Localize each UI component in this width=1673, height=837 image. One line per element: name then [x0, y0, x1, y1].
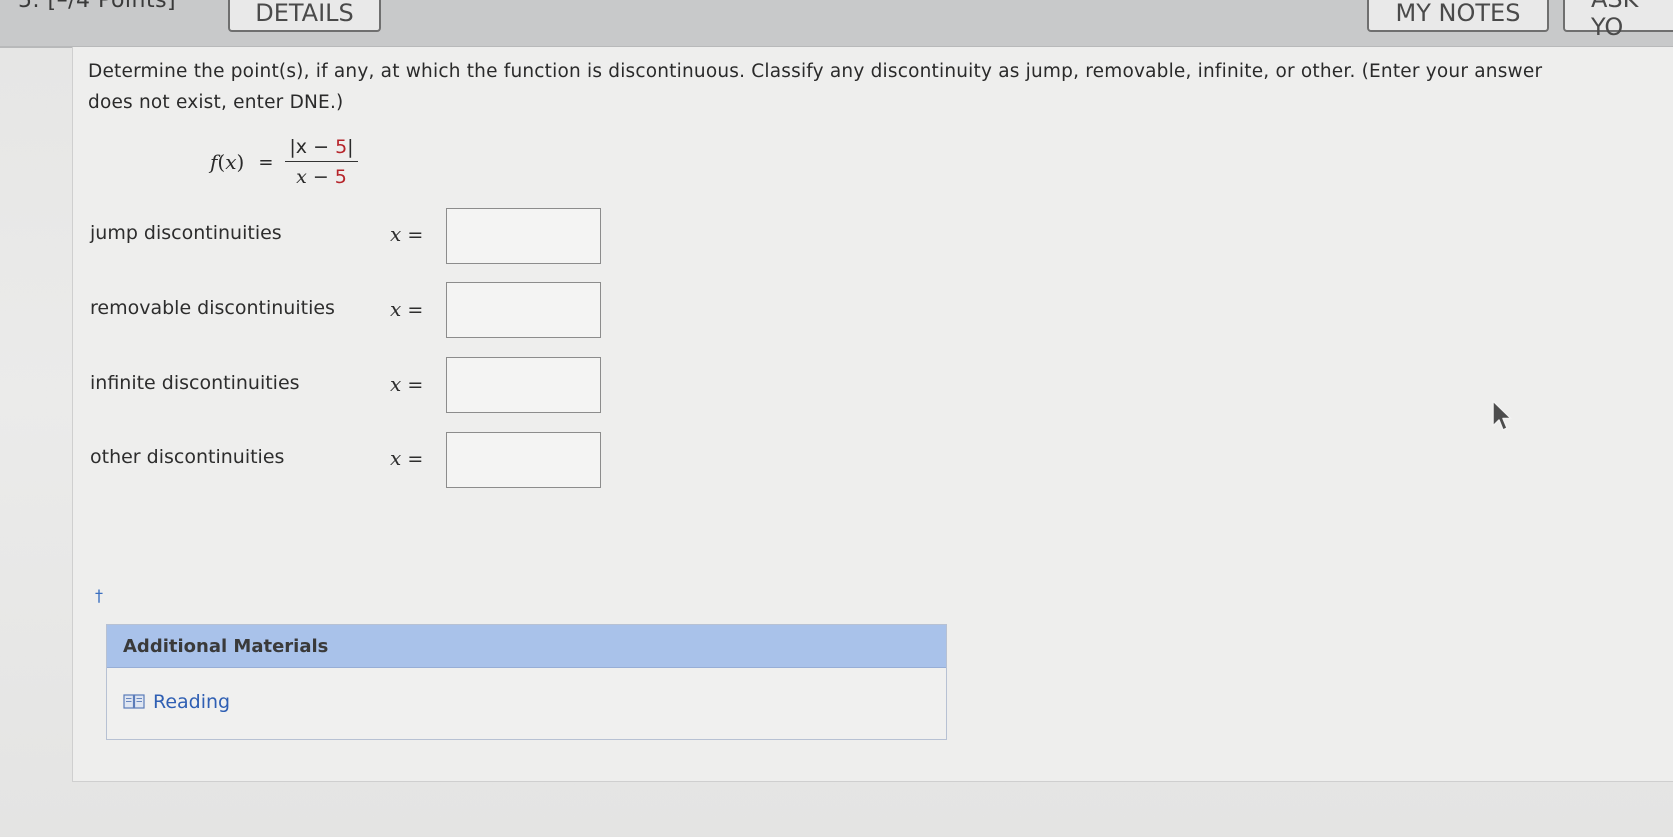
fraction-denominator: x − 5	[296, 162, 347, 188]
mouse-cursor-icon	[1492, 400, 1512, 431]
jump-discontinuities-label: jump discontinuities	[90, 222, 282, 244]
infinite-discontinuities-label: infinite discontinuities	[90, 372, 300, 394]
additional-materials-header: Additional Materials	[107, 625, 946, 668]
reading-link-label: Reading	[153, 691, 231, 713]
function-expression: f(x) = |x − 5| x − 5	[210, 136, 358, 188]
question-header-bar: 5. [–/4 Points] DETAILS MY NOTES ASK YO	[0, 0, 1673, 48]
reading-link[interactable]: Reading	[123, 691, 230, 713]
numerator-text: |x −	[289, 136, 336, 158]
other-x-equals: =	[407, 448, 424, 470]
my-notes-button[interactable]: MY NOTES	[1367, 0, 1549, 32]
jump-x-var: x	[390, 222, 402, 246]
denominator-text: x −	[296, 166, 335, 188]
footnote-dagger: †	[95, 586, 103, 605]
other-x-label: x =	[390, 446, 423, 470]
other-discontinuities-input[interactable]	[446, 432, 601, 488]
question-points-label: 5. [–/4 Points]	[18, 0, 177, 13]
removable-x-equals: =	[407, 299, 424, 321]
denominator-number: 5	[334, 166, 347, 188]
function-name: f	[210, 150, 218, 174]
infinite-discontinuities-input[interactable]	[446, 357, 601, 413]
other-discontinuities-label: other discontinuities	[90, 446, 285, 468]
numerator-bar: |	[347, 136, 354, 158]
book-icon	[123, 694, 145, 709]
infinite-x-equals: =	[407, 374, 424, 396]
prompt-line-1: Determine the point(s), if any, at which…	[88, 61, 1543, 82]
jump-discontinuities-input[interactable]	[446, 208, 601, 264]
additional-materials-box: Additional Materials Reading	[106, 624, 947, 740]
infinite-x-var: x	[390, 372, 402, 396]
jump-x-equals: =	[407, 224, 424, 246]
function-variable: x	[225, 150, 237, 174]
function-fraction: |x − 5| x − 5	[285, 136, 358, 188]
fraction-numerator: |x − 5|	[285, 136, 358, 162]
details-button[interactable]: DETAILS	[228, 0, 381, 32]
numerator-number: 5	[335, 136, 348, 158]
other-x-var: x	[390, 446, 402, 470]
question-prompt: Determine the point(s), if any, at which…	[88, 56, 1673, 118]
jump-x-label: x =	[390, 222, 423, 246]
removable-discontinuities-label: removable discontinuities	[90, 297, 335, 319]
removable-x-var: x	[390, 297, 402, 321]
prompt-line-2: does not exist, enter DNE.)	[88, 92, 344, 113]
function-equals: =	[258, 151, 274, 173]
infinite-x-label: x =	[390, 372, 423, 396]
function-close-paren: )	[236, 150, 245, 174]
ask-your-teacher-button[interactable]: ASK YO	[1563, 0, 1673, 41]
removable-discontinuities-input[interactable]	[446, 282, 601, 338]
function-open-paren: (	[217, 150, 226, 174]
removable-x-label: x =	[390, 297, 423, 321]
